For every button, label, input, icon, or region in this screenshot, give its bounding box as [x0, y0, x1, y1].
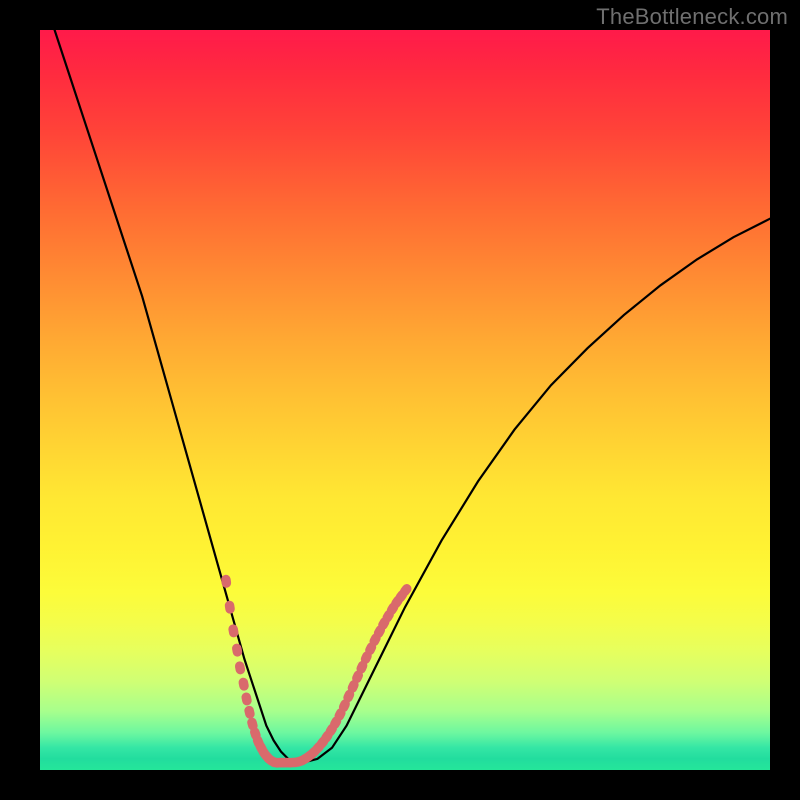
marker-cluster-right [285, 582, 413, 768]
watermark-text: TheBottleneck.com [596, 4, 788, 30]
curve-marker [241, 692, 253, 707]
bottleneck-curve [55, 30, 770, 763]
curve-marker [234, 661, 246, 676]
chart-svg [40, 30, 770, 770]
chart-frame: TheBottleneck.com [0, 0, 800, 800]
curve-marker [224, 600, 235, 614]
plot-area [40, 30, 770, 770]
curve-marker [238, 677, 250, 692]
marker-cluster-left [221, 574, 294, 768]
curve-marker [243, 705, 255, 720]
